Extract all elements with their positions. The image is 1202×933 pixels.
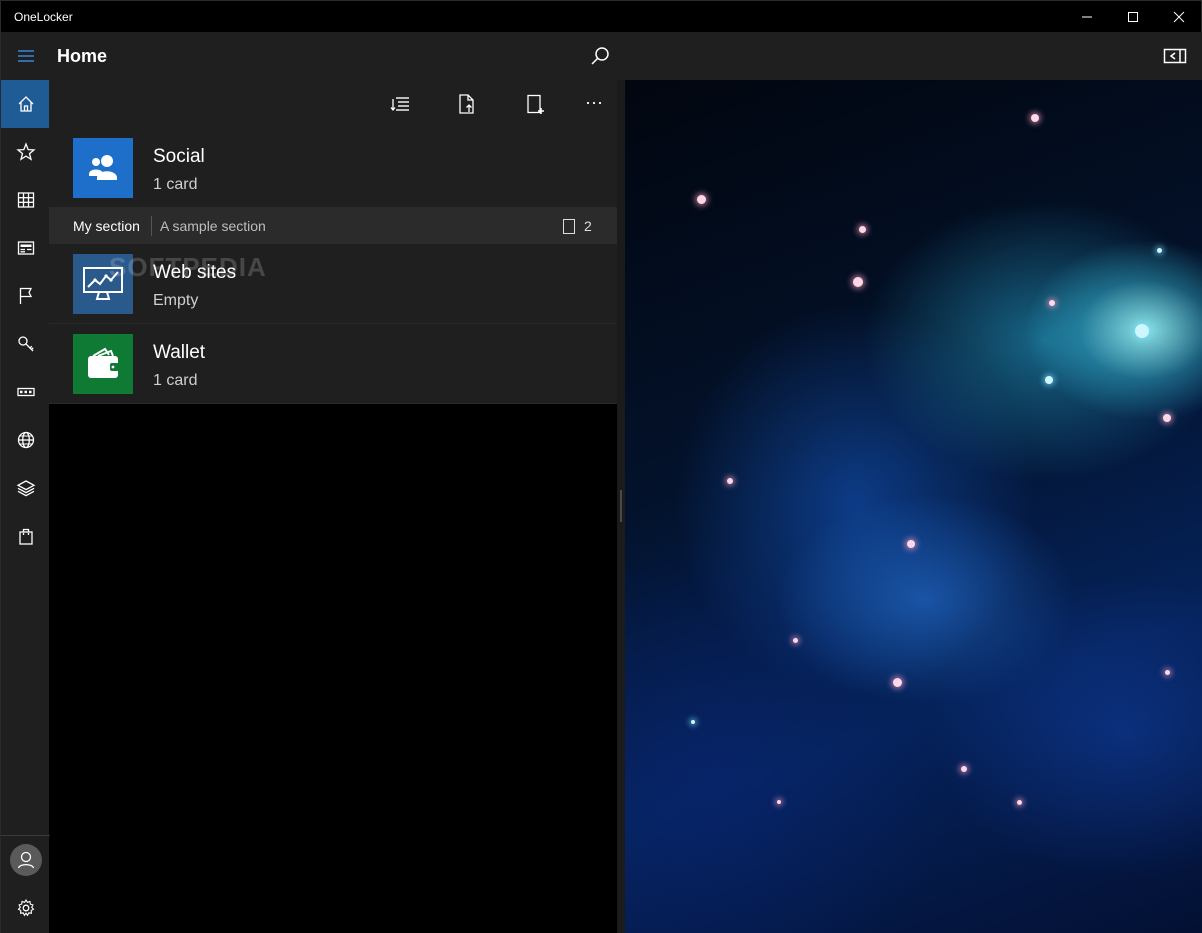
maximize-icon — [1128, 12, 1138, 22]
search-icon — [591, 47, 609, 65]
star-icon — [15, 142, 36, 161]
list-item-web-sites[interactable]: Web sites Empty SOFTPEDIA — [49, 244, 617, 324]
settings-button[interactable] — [1, 884, 50, 932]
page-header: Home — [49, 32, 625, 80]
export-button[interactable] — [453, 90, 481, 118]
wallet-icon — [88, 347, 119, 378]
star-dot — [777, 800, 781, 804]
nav-cards[interactable] — [1, 224, 50, 272]
more-button[interactable] — [580, 88, 608, 116]
splitter-grip[interactable] — [620, 490, 622, 522]
watermark: SOFTPEDIA — [109, 252, 267, 282]
nav-sections[interactable] — [1, 464, 50, 512]
gear-icon — [17, 898, 34, 917]
list-item-social[interactable]: Social 1 card — [49, 128, 617, 208]
list-item-wallet[interactable]: Wallet 1 card — [49, 324, 617, 404]
section-description: A sample section — [160, 218, 266, 234]
close-button[interactable] — [1156, 1, 1202, 33]
toggle-pane-button[interactable] — [1161, 44, 1189, 68]
hamburger-button[interactable] — [1, 32, 50, 80]
star-dot — [1157, 248, 1162, 253]
pane-splitter[interactable] — [617, 80, 625, 933]
people-icon — [89, 155, 117, 180]
add-card-button[interactable] — [521, 90, 549, 118]
page-title: Home — [57, 46, 108, 66]
section-card-count: 2 — [584, 218, 592, 234]
title-bar: OneLocker — [0, 0, 1202, 32]
command-bar — [49, 80, 617, 128]
avatar-icon — [9, 844, 42, 876]
star-dot — [727, 478, 733, 484]
grid-icon — [17, 192, 34, 208]
item-title: Wallet — [153, 342, 206, 363]
layers-icon — [16, 480, 35, 497]
star-dot — [961, 766, 967, 772]
sort-button[interactable] — [386, 90, 414, 118]
flag-icon — [19, 287, 32, 304]
wallet-tile — [73, 334, 133, 394]
item-subtitle: 1 card — [153, 176, 198, 193]
item-title: Social — [153, 146, 205, 167]
social-tile — [73, 138, 133, 198]
pane-toggle-icon — [1163, 48, 1187, 64]
minimize-icon — [1082, 16, 1092, 18]
star-dot — [1031, 114, 1039, 122]
section-header[interactable]: My section A sample section 2 — [49, 208, 617, 244]
item-subtitle: 1 card — [153, 372, 198, 389]
card-icon — [17, 241, 34, 255]
bag-icon — [18, 528, 33, 545]
hamburger-icon — [17, 50, 34, 62]
globe-icon — [17, 431, 34, 449]
minimize-button[interactable] — [1064, 1, 1110, 33]
nav-store[interactable] — [1, 512, 50, 560]
account-button[interactable] — [1, 836, 50, 884]
star-dot — [893, 678, 902, 687]
nav-rail — [0, 32, 50, 933]
star-dot — [1017, 800, 1022, 805]
background-image — [625, 80, 1202, 933]
key-icon — [17, 336, 34, 352]
star-dot — [859, 226, 866, 233]
star-dot — [697, 195, 706, 204]
file-export-icon — [459, 94, 474, 114]
home-icon — [18, 96, 33, 112]
nav-home[interactable] — [1, 80, 50, 128]
star-dot — [1163, 414, 1171, 422]
search-button[interactable] — [586, 42, 614, 70]
sort-list-icon — [390, 97, 409, 112]
star-dot — [1135, 324, 1149, 338]
nav-passwords[interactable] — [1, 320, 50, 368]
item-subtitle: Empty — [153, 292, 199, 309]
star-dot — [793, 638, 798, 643]
star-dot — [907, 540, 915, 548]
maximize-button[interactable] — [1110, 1, 1156, 33]
nav-favorites[interactable] — [1, 128, 50, 176]
card-count-icon — [563, 219, 575, 234]
star-dot — [691, 720, 695, 724]
more-icon — [586, 101, 602, 105]
section-separator — [151, 216, 152, 236]
star-dot — [1049, 300, 1055, 306]
close-icon — [1173, 11, 1185, 23]
nav-ids[interactable] — [1, 368, 50, 416]
section-name: My section — [73, 218, 140, 234]
nav-all[interactable] — [1, 176, 50, 224]
add-card-icon — [527, 94, 544, 114]
nav-flagged[interactable] — [1, 272, 50, 320]
id-card-icon — [16, 387, 35, 397]
star-dot — [853, 277, 863, 287]
nav-web[interactable] — [1, 416, 50, 464]
star-dot — [1045, 376, 1053, 384]
star-dot — [1165, 670, 1170, 675]
detail-header — [625, 32, 1202, 80]
window-title: OneLocker — [14, 10, 73, 24]
